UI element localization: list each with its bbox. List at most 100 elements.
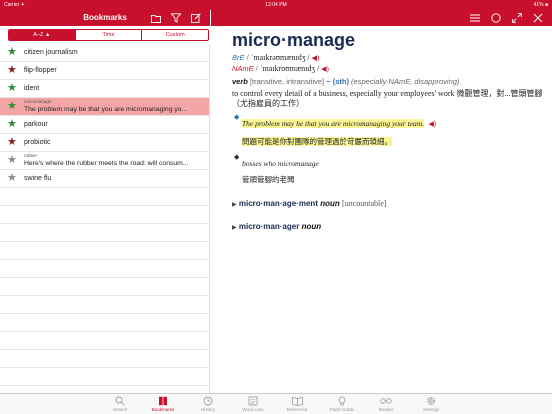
sort-time-button[interactable]: Time [76, 30, 143, 40]
search-icon [115, 396, 125, 406]
bookmark-title: flip-flopper [24, 67, 57, 74]
bookmark-title: parkour [24, 121, 48, 128]
empty-row [0, 260, 209, 278]
tab-settings[interactable]: Settings [411, 395, 451, 412]
list-item[interactable]: ★ parkour [0, 116, 209, 134]
star-icon: ★ [7, 46, 17, 58]
folder-icon[interactable] [150, 12, 162, 24]
edit-icon[interactable] [190, 12, 202, 24]
tab-word-lists[interactable]: Word Lists [233, 395, 273, 412]
name-phonetic: / ˈmaɪkroʊmænɪdʒ / [255, 64, 320, 73]
tab-label: History [200, 407, 215, 412]
tab-label: Word Lists [242, 407, 264, 412]
list-item[interactable]: ★ rubber Here's where the rubber meets t… [0, 152, 209, 170]
example-translation: 問題可能是你對團隊的管理過於苛嚴而瑣細。 [242, 137, 392, 146]
reader-icon [380, 398, 392, 404]
pronunciation-name: NAmE / ˈmaɪkroʊmænɪdʒ / ◀) [232, 64, 544, 73]
derivative-label: [uncountable] [342, 199, 387, 208]
sort-az-button[interactable]: A–Z ▲ [9, 30, 76, 40]
close-icon[interactable] [532, 12, 544, 24]
list-item[interactable]: ★ swine flu [0, 170, 209, 188]
derivative-micromanagement[interactable]: ▶ micro·man·age·ment noun [uncountable] [232, 199, 544, 208]
list-item[interactable]: ★ probiotic [0, 134, 209, 152]
filter-icon[interactable] [170, 12, 182, 24]
list-item[interactable]: ★ ident [0, 80, 209, 98]
pattern: ~ (sth) [326, 77, 349, 86]
tab-bar: Search Bookmarks History Word Lists Refe… [0, 393, 552, 414]
derivative-pos: noun [320, 199, 340, 208]
bookmark-title: swine flu [24, 175, 52, 182]
derivative-pos: noun [301, 222, 322, 231]
dictionary-entry: micro·manage BrE / ˈmaɪkrəʊmænɪdʒ / ◀) N… [232, 30, 544, 231]
star-icon: ★ [7, 82, 17, 94]
star-icon: ★ [7, 118, 17, 130]
example: ◆ bosses who micromanage 管頭管腳的老闆 [232, 153, 544, 185]
list-item-selected[interactable]: ★ micromanage The problem may be that yo… [0, 98, 209, 116]
disclosure-triangle-icon: ▶ [232, 225, 237, 231]
empty-row [0, 242, 209, 260]
tab-reader[interactable]: Reader [366, 395, 406, 412]
diamond-bullet-icon: ◆ [234, 114, 240, 121]
star-icon: ★ [7, 172, 17, 184]
derivative-micromanager[interactable]: ▶ micro·man·ager noun [232, 222, 544, 231]
star-icon: ★ [7, 154, 17, 166]
bookmark-title: ident [24, 85, 40, 92]
example-translation: 管頭管腳的老闆 [242, 175, 295, 184]
speaker-icon[interactable]: ◀) [321, 65, 329, 73]
grammar-line: verb [transitive, intransitive] ~ (sth) … [232, 77, 544, 86]
pronunciation-bre: BrE / ˈmaɪkrəʊmænɪdʒ / ◀) [232, 53, 544, 62]
star-icon: ★ [7, 64, 17, 76]
list-icon[interactable] [469, 12, 481, 24]
example: ◆ The problem may be that you are microm… [232, 113, 544, 149]
derivative-word: micro·man·ager [238, 222, 300, 231]
name-label: NAmE [232, 64, 254, 73]
flash-cards-icon [338, 396, 346, 406]
example-sentence: The problem may be that you are microman… [242, 119, 425, 128]
empty-row [0, 368, 209, 386]
example-sentence: bosses who micromanage [242, 159, 319, 168]
bookmarks-header: Bookmarks [0, 10, 210, 26]
empty-row [0, 350, 209, 368]
tab-history[interactable]: History [188, 395, 228, 412]
headword: micro·manage [232, 30, 356, 50]
tab-label: Search [112, 407, 128, 412]
circle-icon[interactable] [490, 12, 502, 24]
history-icon [203, 396, 213, 406]
empty-row [0, 224, 209, 242]
diamond-bullet-icon: ◆ [234, 154, 240, 161]
tab-label: Bookmarks [151, 407, 175, 412]
tab-label: Flash Cards [329, 407, 355, 412]
list-item[interactable]: ★ flip-flopper [0, 62, 209, 80]
status-bar: Carrier ✈ 12:04 PM 41% ■ [0, 0, 552, 10]
sort-segmented-control: A–Z ▲ Time Custom [8, 29, 209, 41]
tab-label: Reader [378, 407, 394, 412]
bookmark-entry-word: rubber [24, 153, 38, 158]
bookmarks-icon [159, 396, 167, 406]
tab-label: Settings [422, 407, 440, 412]
speaker-icon[interactable]: ◀) [429, 121, 437, 128]
empty-row [0, 296, 209, 314]
empty-row [0, 278, 209, 296]
entry-toolbar [211, 10, 552, 26]
battery-indicator: 41% ■ [533, 2, 548, 8]
star-icon: ★ [7, 136, 17, 148]
tab-bookmarks[interactable]: Bookmarks [143, 395, 183, 412]
bookmark-title: The problem may be that you are microman… [24, 106, 188, 113]
grammar-code: [transitive, intransitive] [249, 77, 325, 86]
speaker-icon[interactable]: ◀) [312, 54, 320, 62]
tab-search[interactable]: Search [100, 395, 140, 412]
tab-flash-cards[interactable]: Flash Cards [322, 395, 362, 412]
bookmark-title: Here's where the rubber meets the road: … [24, 160, 189, 167]
star-icon: ★ [7, 100, 17, 112]
tab-reference[interactable]: Reference [277, 395, 317, 412]
list-item[interactable]: ★ citizen journalism [0, 44, 209, 62]
word-lists-icon [248, 396, 258, 406]
tab-label: Reference [286, 407, 308, 412]
disclosure-triangle-icon: ▶ [232, 202, 237, 208]
expand-icon[interactable] [511, 12, 523, 24]
clock: 12:04 PM [265, 2, 287, 8]
bookmark-title: citizen journalism [24, 49, 78, 56]
sort-custom-button[interactable]: Custom [142, 30, 208, 40]
empty-row [0, 206, 209, 224]
empty-row [0, 188, 209, 206]
